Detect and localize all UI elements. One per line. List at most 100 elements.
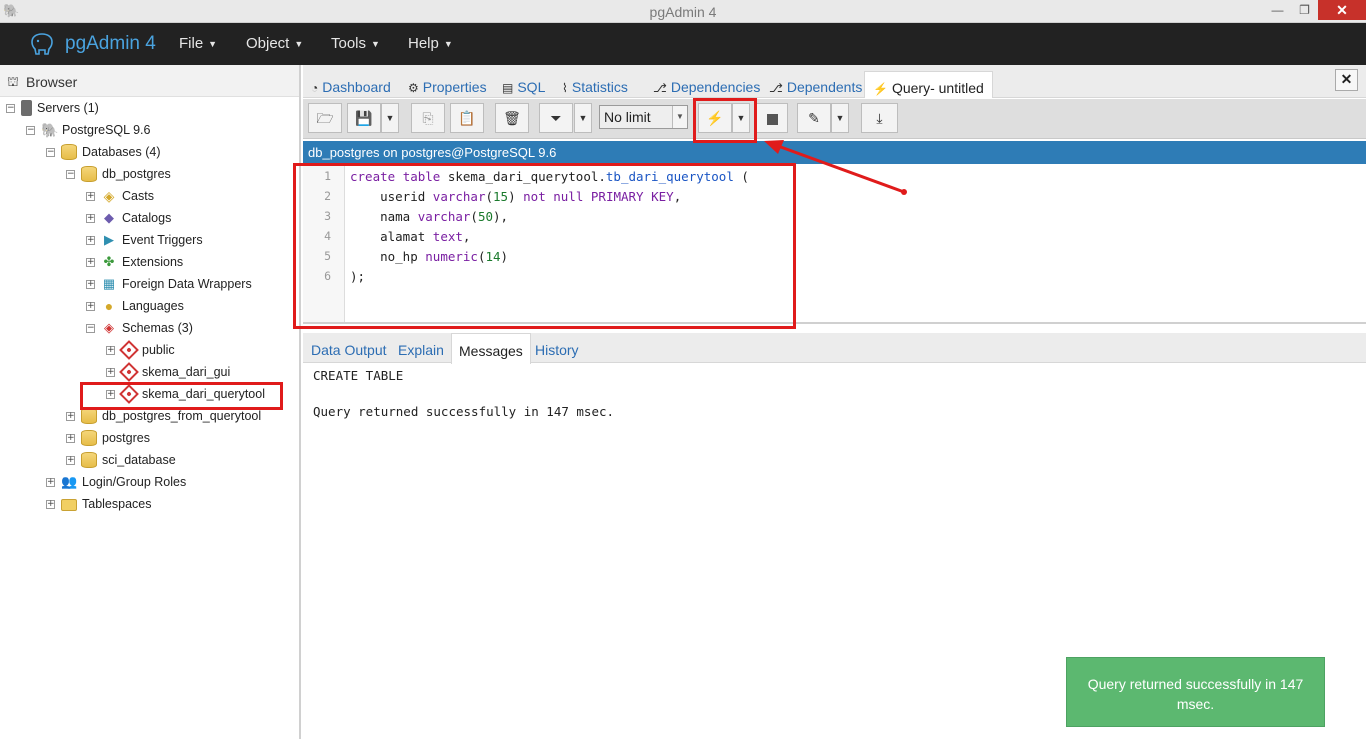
tree-item-login-group-roles[interactable]: + 👥 Login/Group Roles xyxy=(46,472,186,492)
expand-toggle[interactable]: + xyxy=(86,301,95,311)
download-button[interactable]: ⤓ xyxy=(861,103,898,133)
browser-header: ⛫ Browser xyxy=(0,65,299,97)
expand-toggle[interactable]: + xyxy=(66,433,75,443)
postgresql-elephant-icon: 🐘 xyxy=(41,122,59,138)
pgadmin-logo-icon xyxy=(31,33,53,55)
tab-explain[interactable]: Explain xyxy=(398,333,444,363)
statistics-icon: ⌇ xyxy=(562,81,568,95)
expand-toggle[interactable]: + xyxy=(46,499,55,509)
row-limit-select[interactable]: No limit ▼ xyxy=(599,105,688,129)
maximize-button[interactable]: ❐ xyxy=(1291,0,1318,20)
filter-dropdown-button[interactable]: ▼ xyxy=(574,103,592,133)
dependents-icon: ⎇ xyxy=(769,81,783,95)
tree-item-sci-database[interactable]: + sci_database xyxy=(66,450,176,470)
tree-item-catalogs[interactable]: + ◆ Catalogs xyxy=(86,208,171,228)
menu-tools[interactable]: Tools ▼ xyxy=(331,35,380,52)
tree-item-foreign-data-wrappers[interactable]: + ▦ Foreign Data Wrappers xyxy=(86,274,252,294)
tree-item-schema-skema-dari-gui[interactable]: + skema_dari_gui xyxy=(106,362,230,382)
tree-item-extensions[interactable]: + ✤ Extensions xyxy=(86,252,183,272)
expand-toggle[interactable]: + xyxy=(66,411,75,421)
tab-label: Query- untitled xyxy=(891,80,984,96)
collapse-toggle[interactable]: − xyxy=(6,103,15,113)
tree-item-postgres[interactable]: + postgres xyxy=(66,428,150,448)
tab-query-untitled[interactable]: ⚡ Query- untitled xyxy=(864,71,993,98)
tab-history[interactable]: History xyxy=(535,333,579,363)
copy-button[interactable]: ⎘ xyxy=(411,103,445,133)
annotation-box-schema xyxy=(80,382,283,410)
open-file-button[interactable]: 🗁 xyxy=(308,103,342,133)
tablespaces-icon xyxy=(61,499,77,511)
collapse-toggle[interactable]: − xyxy=(26,125,35,135)
expand-toggle[interactable]: + xyxy=(106,345,115,355)
databases-icon xyxy=(61,144,77,160)
filter-button[interactable]: ⏷ xyxy=(539,103,573,133)
window-title: pgAdmin 4 xyxy=(649,4,717,20)
expand-toggle[interactable]: + xyxy=(46,477,55,487)
tree-item-postgresql[interactable]: − 🐘 PostgreSQL 9.6 xyxy=(26,120,150,140)
delete-button[interactable]: 🗑 xyxy=(495,103,529,133)
menu-file[interactable]: File ▼ xyxy=(179,35,217,52)
tree-item-label: postgres xyxy=(102,431,150,445)
edit-button[interactable]: ✎ xyxy=(797,103,831,133)
tree-item-event-triggers[interactable]: + ▶ Event Triggers xyxy=(86,230,203,250)
tab-sql[interactable]: ▤ SQL xyxy=(502,71,545,98)
collapse-toggle[interactable]: − xyxy=(66,169,75,179)
properties-icon: ⚙ xyxy=(408,81,419,95)
tree-item-schema-public[interactable]: + public xyxy=(106,340,175,360)
caret-down-icon: ▼ xyxy=(578,113,588,123)
tab-statistics[interactable]: ⌇ Statistics xyxy=(562,71,628,98)
tab-properties[interactable]: ⚙ Properties xyxy=(408,71,487,98)
window-close-button[interactable]: ✕ xyxy=(1318,0,1366,20)
panel-tabs: ◔ Dashboard ⚙ Properties ▤ SQL ⌇ Statistics … xyxy=(303,65,1366,98)
paste-button[interactable]: 📋 xyxy=(450,103,484,133)
tab-data-output[interactable]: Data Output xyxy=(311,333,387,363)
save-dropdown-button[interactable]: ▼ xyxy=(381,103,399,133)
message-line: Query returned successfully in 147 msec. xyxy=(313,404,615,419)
expand-toggle[interactable]: + xyxy=(86,191,95,201)
close-panel-button[interactable]: ✕ xyxy=(1335,69,1358,91)
tab-messages[interactable]: Messages xyxy=(451,333,531,364)
tree-item-schemas[interactable]: − ◈ Schemas (3) xyxy=(86,318,193,338)
menu-help-label: Help xyxy=(408,35,439,52)
tree-item-tablespaces[interactable]: + Tablespaces xyxy=(46,494,152,514)
stop-button[interactable] xyxy=(756,103,788,133)
chevron-down-icon: ▼ xyxy=(371,39,380,49)
languages-icon: ● xyxy=(104,298,114,314)
tree-item-servers[interactable]: − Servers (1) xyxy=(6,98,99,118)
tab-dashboard[interactable]: ◔ Dashboard xyxy=(311,71,391,98)
tab-dependents[interactable]: ⎇ Dependents xyxy=(769,71,862,98)
tree-item-casts[interactable]: + ◈ Casts xyxy=(86,186,154,206)
tree-item-db-postgres[interactable]: − db_postgres xyxy=(66,164,171,184)
collapse-toggle[interactable]: − xyxy=(46,147,55,157)
edit-dropdown-button[interactable]: ▼ xyxy=(831,103,849,133)
expand-toggle[interactable]: + xyxy=(86,235,95,245)
expand-toggle[interactable]: + xyxy=(86,213,95,223)
save-button[interactable]: 💾 xyxy=(347,103,381,133)
expand-toggle[interactable]: + xyxy=(66,455,75,465)
expand-toggle[interactable]: + xyxy=(106,367,115,377)
brand[interactable]: pgAdmin 4 xyxy=(28,32,156,56)
event-triggers-icon: ▶ xyxy=(104,232,114,247)
menu-help[interactable]: Help ▼ xyxy=(408,35,453,52)
tree-item-label: Tablespaces xyxy=(82,497,152,511)
collapse-toggle[interactable]: − xyxy=(86,323,95,333)
chevron-down-icon: ▼ xyxy=(294,39,304,49)
minimize-button[interactable]: — xyxy=(1264,0,1291,20)
success-toast[interactable]: Query returned successfully in 147 msec. xyxy=(1066,657,1325,727)
connection-bar: db_postgres on postgres@PostgreSQL 9.6 xyxy=(303,141,1366,164)
tree-item-label: db_postgres_from_querytool xyxy=(102,409,262,423)
tree-item-label: skema_dari_gui xyxy=(142,365,231,379)
tree-item-languages[interactable]: + ● Languages xyxy=(86,296,184,316)
expand-toggle[interactable]: + xyxy=(86,257,95,267)
expand-toggle[interactable]: + xyxy=(86,279,95,289)
tab-label: Dependents xyxy=(786,79,863,95)
caret-down-icon: ▼ xyxy=(385,113,395,123)
tree-item-databases[interactable]: − Databases (4) xyxy=(46,142,161,162)
row-limit-value: No limit xyxy=(604,109,651,125)
tab-dependencies[interactable]: ⎇ Dependencies xyxy=(653,71,760,98)
foreign-data-wrappers-icon: ▦ xyxy=(102,276,116,291)
database-icon xyxy=(81,430,97,446)
tree-item-label: Casts xyxy=(122,189,154,203)
menu-object[interactable]: Object ▼ xyxy=(246,35,303,52)
query-toolbar: 🗁 💾 ▼ ⎘ 📋 🗑 ⏷ ▼ No limit ▼ ⚡ ▼ ✎ ▼ ⤓ xyxy=(303,99,1366,139)
